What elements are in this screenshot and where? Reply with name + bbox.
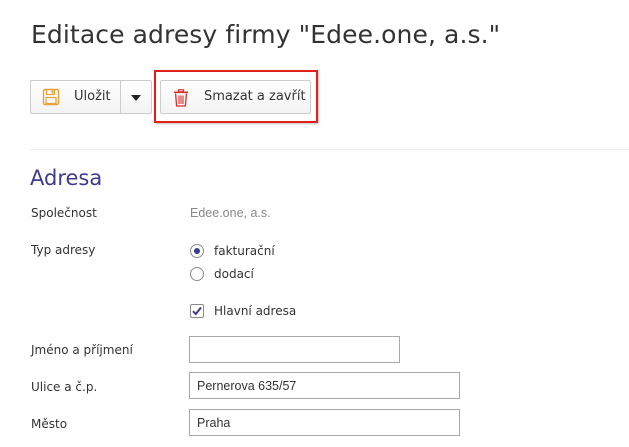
caret-down-icon [131,90,141,105]
page-title: Editace adresy firmy "Edee.one, a.s." [31,20,501,49]
street-label: Ulice a č.p. [31,380,98,394]
address-type-label: Typ adresy [31,243,96,257]
main-address-checkbox-row[interactable]: Hlavní adresa [190,304,296,318]
city-label: Město [31,417,68,431]
radio-button-delivery[interactable] [190,267,204,281]
floppy-disk-icon [42,88,60,110]
radio-button-billing[interactable] [190,244,204,258]
full-name-input[interactable] [189,336,400,363]
main-address-checkbox[interactable] [190,304,204,318]
company-label: Společnost [31,206,97,220]
save-options-dropdown-button[interactable] [120,80,152,114]
main-address-label: Hlavní adresa [214,304,297,318]
radio-option-delivery-label: dodací [214,267,254,281]
street-input[interactable] [189,372,460,399]
city-input[interactable] [189,409,460,436]
radio-option-billing[interactable]: fakturační [190,244,275,258]
checkmark-icon [192,306,202,316]
section-title: Adresa [30,166,103,190]
company-value: Edee.one, a.s. [190,206,271,220]
section-divider [30,149,629,150]
full-name-label: Jméno a příjmení [31,343,133,357]
radio-option-delivery[interactable]: dodací [190,267,254,281]
radio-option-billing-label: fakturační [214,244,275,258]
highlight-annotation [154,70,318,123]
save-button-label: Uložit [74,89,111,104]
save-button[interactable]: Uložit [30,80,121,114]
